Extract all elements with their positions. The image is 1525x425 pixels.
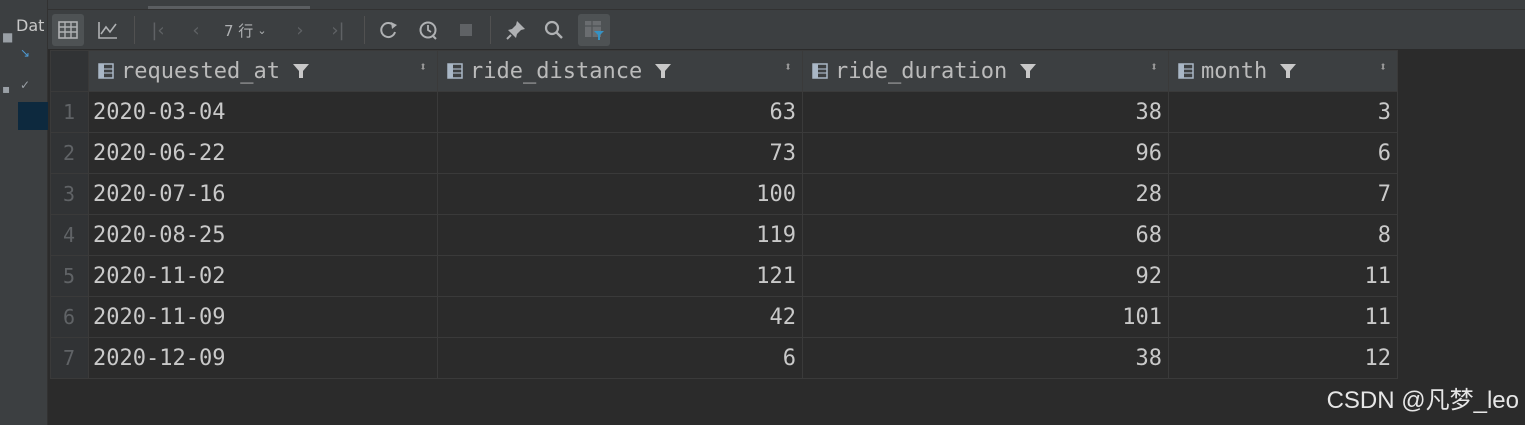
filter-toggle-icon[interactable] bbox=[578, 14, 610, 46]
table-view-icon[interactable] bbox=[52, 14, 84, 46]
row-number[interactable]: 7 bbox=[50, 337, 89, 379]
search-icon[interactable] bbox=[538, 14, 570, 46]
table-row[interactable]: 5 2020-11-02 121 92 11 bbox=[50, 255, 1398, 297]
results-grid: requested_at ⬍ ride_distance ⬍ ride_dura… bbox=[50, 50, 1398, 379]
table-header-row: requested_at ⬍ ride_distance ⬍ ride_dura… bbox=[50, 50, 1398, 92]
selected-tree-item[interactable] bbox=[18, 102, 48, 130]
column-header-ride-distance[interactable]: ride_distance ⬍ bbox=[437, 50, 803, 92]
column-label: ride_duration bbox=[835, 58, 1008, 84]
table-row[interactable]: 3 2020-07-16 100 28 7 bbox=[50, 173, 1398, 215]
cell-ride-duration[interactable]: 38 bbox=[802, 337, 1169, 379]
filter-icon[interactable] bbox=[292, 62, 310, 80]
cell-month[interactable]: 8 bbox=[1168, 214, 1398, 256]
column-header-month[interactable]: month ⬍ bbox=[1168, 50, 1398, 92]
cell-ride-distance[interactable]: 121 bbox=[437, 255, 803, 297]
cell-requested-at[interactable]: 2020-11-09 bbox=[88, 296, 438, 338]
grid-icon[interactable]: ▪ bbox=[2, 82, 10, 96]
cell-ride-distance[interactable]: 42 bbox=[437, 296, 803, 338]
filter-icon[interactable] bbox=[1019, 62, 1037, 80]
tab-indicator bbox=[148, 6, 310, 9]
cell-ride-distance[interactable]: 73 bbox=[437, 132, 803, 174]
cell-requested-at[interactable]: 2020-11-02 bbox=[88, 255, 438, 297]
row-number[interactable]: 4 bbox=[50, 214, 89, 256]
toolbar-separator bbox=[364, 16, 365, 44]
chart-view-icon[interactable] bbox=[92, 14, 124, 46]
panel-title-truncated: Dat bbox=[16, 16, 45, 35]
sort-icon[interactable]: ⬍ bbox=[1379, 61, 1387, 74]
column-label: ride_distance bbox=[470, 58, 643, 84]
results-toolbar: |‹ ‹ 7 行 ⌄ › ›| bbox=[48, 0, 1525, 50]
row-number[interactable]: 6 bbox=[50, 296, 89, 338]
cell-requested-at[interactable]: 2020-03-04 bbox=[88, 91, 438, 133]
cell-requested-at[interactable]: 2020-07-16 bbox=[88, 173, 438, 215]
table-row[interactable]: 4 2020-08-25 119 68 8 bbox=[50, 214, 1398, 256]
table-row[interactable]: 6 2020-11-09 42 101 11 bbox=[50, 296, 1398, 338]
cell-month[interactable]: 3 bbox=[1168, 91, 1398, 133]
cell-month[interactable]: 11 bbox=[1168, 255, 1398, 297]
cell-ride-distance[interactable]: 119 bbox=[437, 214, 803, 256]
cell-ride-duration[interactable]: 38 bbox=[802, 91, 1169, 133]
sort-icon[interactable]: ⬍ bbox=[1150, 61, 1158, 74]
cell-ride-duration[interactable]: 68 bbox=[802, 214, 1169, 256]
table-row[interactable]: 1 2020-03-04 63 38 3 bbox=[50, 91, 1398, 133]
sort-icon[interactable]: ⬍ bbox=[784, 61, 792, 74]
link-icon[interactable]: ↘ bbox=[20, 46, 30, 60]
cell-ride-duration[interactable]: 96 bbox=[802, 132, 1169, 174]
row-number[interactable]: 5 bbox=[50, 255, 89, 297]
cell-requested-at[interactable]: 2020-06-22 bbox=[88, 132, 438, 174]
refresh-icon[interactable] bbox=[372, 14, 404, 46]
cell-month[interactable]: 12 bbox=[1168, 337, 1398, 379]
next-page-icon[interactable]: › bbox=[284, 14, 316, 46]
first-page-icon[interactable]: |‹ bbox=[142, 14, 174, 46]
cell-requested-at[interactable]: 2020-08-25 bbox=[88, 214, 438, 256]
check-icon[interactable]: ✓ bbox=[20, 78, 30, 92]
row-number[interactable]: 3 bbox=[50, 173, 89, 215]
row-number[interactable]: 1 bbox=[50, 91, 89, 133]
column-header-requested-at[interactable]: requested_at ⬍ bbox=[88, 50, 438, 92]
column-icon bbox=[812, 63, 828, 79]
row-count-label: 7 行 bbox=[224, 21, 254, 40]
prev-page-icon[interactable]: ‹ bbox=[180, 14, 212, 46]
last-page-icon[interactable]: ›| bbox=[322, 14, 354, 46]
pin-icon[interactable] bbox=[500, 14, 532, 46]
column-icon bbox=[1178, 63, 1194, 79]
column-header-ride-duration[interactable]: ride_duration ⬍ bbox=[802, 50, 1169, 92]
cell-ride-distance[interactable]: 100 bbox=[437, 173, 803, 215]
history-icon[interactable] bbox=[412, 14, 444, 46]
toolbar-divider bbox=[48, 9, 1525, 10]
toolbar-separator bbox=[134, 16, 135, 44]
watermark: CSDN @凡梦_leo bbox=[1326, 387, 1519, 414]
cell-ride-duration[interactable]: 92 bbox=[802, 255, 1169, 297]
left-panel: Dat ■ ↘ ▪ ✓ bbox=[0, 0, 48, 425]
row-count-selector[interactable]: 7 行 ⌄ bbox=[224, 14, 267, 46]
sort-icon[interactable]: ⬍ bbox=[419, 61, 427, 74]
filter-icon[interactable] bbox=[1279, 62, 1297, 80]
toolbar-separator bbox=[490, 16, 491, 44]
table-row[interactable]: 2 2020-06-22 73 96 6 bbox=[50, 132, 1398, 174]
row-number[interactable]: 2 bbox=[50, 132, 89, 174]
column-icon bbox=[98, 63, 114, 79]
cell-ride-duration[interactable]: 101 bbox=[802, 296, 1169, 338]
cell-requested-at[interactable]: 2020-12-09 bbox=[88, 337, 438, 379]
cell-ride-distance[interactable]: 6 bbox=[437, 337, 803, 379]
cell-month[interactable]: 6 bbox=[1168, 132, 1398, 174]
column-label: month bbox=[1201, 58, 1268, 84]
column-icon bbox=[447, 63, 463, 79]
column-label: requested_at bbox=[121, 58, 280, 84]
results-table: requested_at ⬍ ride_distance ⬍ ride_dura… bbox=[50, 50, 1398, 379]
stop-icon[interactable]: ■ bbox=[2, 30, 13, 44]
row-number-header[interactable] bbox=[50, 50, 89, 92]
filter-icon[interactable] bbox=[654, 62, 672, 80]
cell-month[interactable]: 11 bbox=[1168, 296, 1398, 338]
chevron-down-icon: ⌄ bbox=[257, 23, 267, 37]
cell-ride-distance[interactable]: 63 bbox=[437, 91, 803, 133]
stop-icon[interactable] bbox=[450, 14, 482, 46]
cell-month[interactable]: 7 bbox=[1168, 173, 1398, 215]
cell-ride-duration[interactable]: 28 bbox=[802, 173, 1169, 215]
table-row[interactable]: 7 2020-12-09 6 38 12 bbox=[50, 337, 1398, 379]
